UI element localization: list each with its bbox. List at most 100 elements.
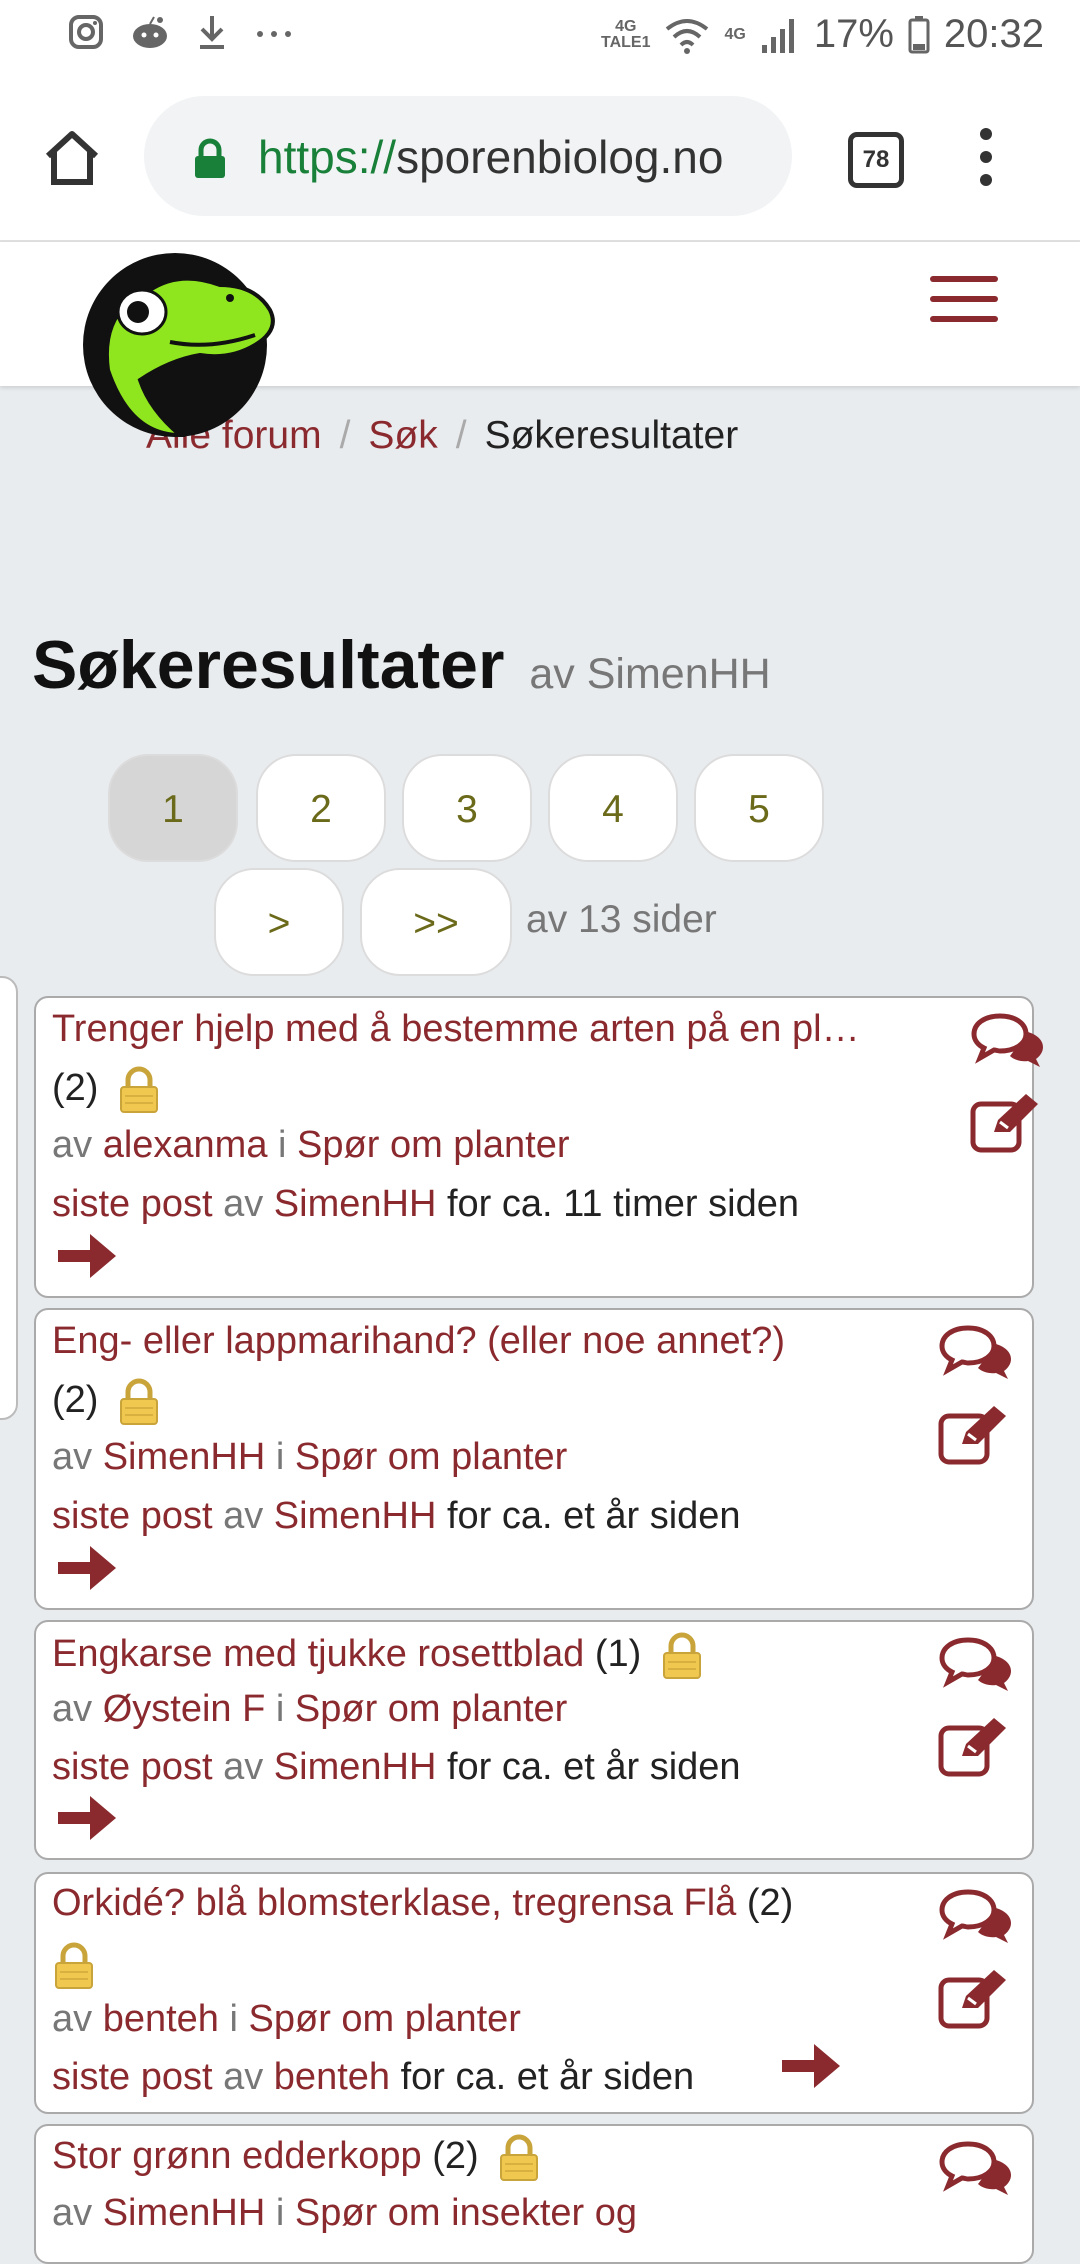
by-word: av <box>223 2056 264 2098</box>
menu-icon[interactable] <box>980 128 994 197</box>
network-type-2: 4G <box>724 25 746 43</box>
network-indicator-2: 4G <box>724 25 746 43</box>
result-title[interactable]: Eng- eller lappmarihand? (eller noe anne… <box>52 1320 785 1363</box>
last-page-button[interactable]: >> <box>360 868 512 976</box>
reply-count: (2) <box>52 1067 99 1110</box>
home-icon[interactable] <box>40 126 104 190</box>
reply-count: (2) <box>52 1379 99 1422</box>
chat-icon[interactable] <box>938 1636 1014 1692</box>
padlock-icon <box>500 2134 539 2181</box>
by-word: av <box>52 2192 93 2234</box>
result-title[interactable]: Engkarse med tjukke rosettblad <box>52 1633 584 1675</box>
result-card: Orkidé? blå blomsterklase, tregrensa Flå… <box>34 1872 1034 2114</box>
last-post-time: for ca. et år siden <box>400 2056 695 2098</box>
clock: 20:32 <box>943 12 1044 56</box>
arrow-right-icon[interactable] <box>778 2036 842 2096</box>
chat-icon[interactable] <box>938 1324 1014 1380</box>
download-icon <box>200 16 224 49</box>
arrow-right-icon[interactable] <box>54 1226 118 1286</box>
result-author-line: av SimenHH i Spør om planter <box>52 1436 567 1479</box>
page-5-button[interactable]: 5 <box>694 754 824 862</box>
status-bar: 4G TALE1 4G 17% 20:32 <box>0 0 1080 76</box>
reply-count: (2) <box>432 2135 479 2178</box>
address-bar[interactable]: https://sporenbiolog.no <box>144 96 792 216</box>
last-author-link[interactable]: SimenHH <box>274 1495 437 1537</box>
result-title[interactable]: Trenger hjelp med å bestemme arten på en… <box>52 1008 860 1051</box>
author-link[interactable]: Øystein F <box>103 1688 266 1730</box>
last-post-link[interactable]: siste post <box>52 1183 213 1225</box>
result-title-line: Stor grønn edderkopp (2) <box>52 2134 541 2182</box>
network-carrier: TALE1 <box>601 33 651 51</box>
page-1-button[interactable]: 1 <box>108 754 238 862</box>
by-word: av <box>223 1495 264 1537</box>
forum-link[interactable]: Spør om planter <box>297 1124 569 1166</box>
edit-icon[interactable] <box>970 1092 1046 1154</box>
last-author-link[interactable]: SimenHH <box>274 1746 437 1788</box>
result-title-line: Orkidé? blå blomsterklase, tregrensa Flå… <box>52 1882 793 1925</box>
in-word: i <box>275 2192 285 2234</box>
result-last-post-line: siste post av SimenHH for ca. 11 timer s… <box>52 1183 799 1226</box>
result-card: Stor grønn edderkopp (2) av SimenHH i Sp… <box>34 2124 1034 2264</box>
by-word: av <box>223 1183 264 1225</box>
result-author-line: av SimenHH i Spør om insekter og <box>52 2192 637 2235</box>
next-page-button[interactable]: > <box>214 868 344 976</box>
by-word: av <box>52 1124 93 1166</box>
author-link[interactable]: alexanma <box>103 1124 268 1166</box>
forum-link[interactable]: Spør om insekter og <box>295 2192 637 2234</box>
lock-icon <box>195 138 225 178</box>
network-type: 4G <box>615 17 637 35</box>
forum-link[interactable]: Spør om planter <box>295 1688 567 1730</box>
forum-link[interactable]: Spør om planter <box>249 1998 521 2040</box>
in-word: i <box>275 1688 285 1730</box>
last-author-link[interactable]: SimenHH <box>274 1183 437 1225</box>
breadcrumb-search[interactable]: Søk <box>368 414 437 457</box>
result-title[interactable]: Stor grønn edderkopp <box>52 2135 422 2177</box>
tabs-icon[interactable]: 78 <box>848 132 904 188</box>
in-word: i <box>229 1998 238 2040</box>
edit-icon[interactable] <box>938 1968 1014 2030</box>
result-last-post-line: siste post av SimenHH for ca. et år side… <box>52 1746 741 1789</box>
arrow-right-icon[interactable] <box>54 1788 118 1848</box>
by-word: av <box>52 1436 93 1478</box>
page-4-button[interactable]: 4 <box>548 754 678 862</box>
wifi-icon <box>666 18 709 54</box>
side-panel-edge[interactable] <box>0 976 18 1420</box>
last-post-link[interactable]: siste post <box>52 2056 213 2098</box>
page-3-button[interactable]: 3 <box>402 754 532 862</box>
last-post-time: for ca. et år siden <box>446 1495 741 1537</box>
network-indicator: 4G TALE1 <box>601 17 651 51</box>
edit-icon[interactable] <box>938 1716 1014 1778</box>
last-author-link[interactable]: benteh <box>274 2056 390 2098</box>
author-link[interactable]: SimenHH <box>103 1436 266 1478</box>
hamburger-icon[interactable] <box>930 276 998 336</box>
battery-percent: 17% <box>813 12 894 56</box>
result-author-line: av alexanma i Spør om planter <box>52 1124 570 1167</box>
result-meta-line: (2) <box>52 1066 161 1114</box>
last-post-link[interactable]: siste post <box>52 1746 213 1788</box>
chat-icon[interactable] <box>970 1012 1046 1068</box>
forum-link[interactable]: Spør om planter <box>295 1436 567 1478</box>
author-link[interactable]: benteh <box>103 1998 219 2040</box>
signal-icon <box>761 18 794 53</box>
url-host: sporenbiolog.no <box>396 131 724 183</box>
edit-icon[interactable] <box>938 1404 1014 1466</box>
more-icon <box>257 31 291 37</box>
browser-toolbar: https://sporenbiolog.no 78 <box>0 76 1080 242</box>
last-post-link[interactable]: siste post <box>52 1495 213 1537</box>
arrow-right-icon[interactable] <box>54 1538 118 1598</box>
chat-icon[interactable] <box>938 2140 1014 2196</box>
breadcrumb-separator: / <box>455 414 467 457</box>
result-title-line: Engkarse med tjukke rosettblad (1) <box>52 1632 704 1680</box>
frog-logo[interactable] <box>80 250 280 440</box>
result-title[interactable]: Orkidé? blå blomsterklase, tregrensa Flå <box>52 1882 736 1924</box>
author-link[interactable]: SimenHH <box>103 2192 266 2234</box>
chat-icon[interactable] <box>938 1888 1014 1944</box>
url-scheme: https:// <box>258 131 397 183</box>
by-word: av <box>52 1688 93 1730</box>
result-last-post-line: siste post av benteh for ca. et år siden <box>52 2056 694 2099</box>
reply-count: (2) <box>746 1882 794 1924</box>
page-2-button[interactable]: 2 <box>256 754 386 862</box>
page-title: Søkeresultater av SimenHH <box>32 626 771 704</box>
battery-icon <box>908 15 930 53</box>
breadcrumb-separator: / <box>339 414 351 457</box>
